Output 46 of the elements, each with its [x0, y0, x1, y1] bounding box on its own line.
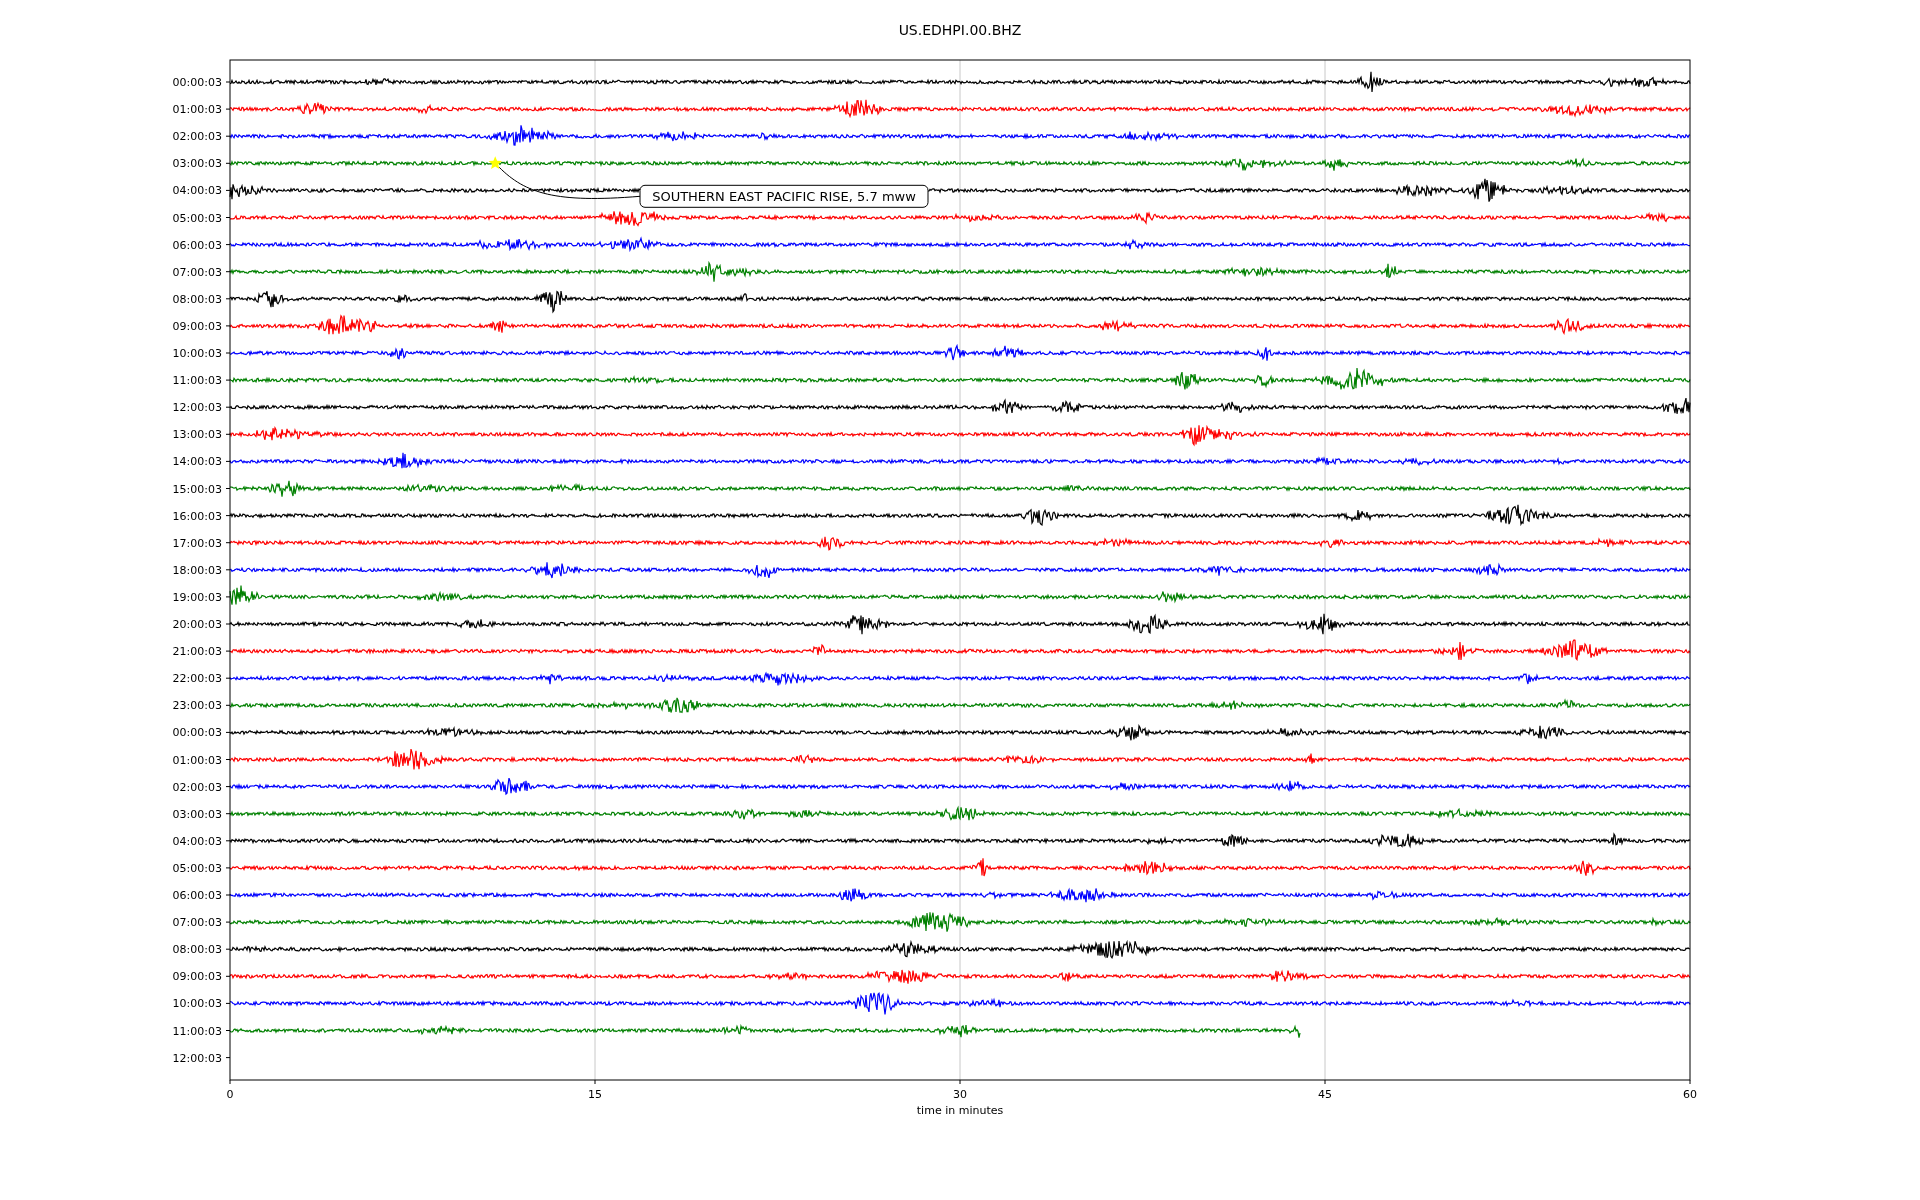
y-tick-label: 08:00:03: [172, 292, 222, 306]
x-tick-label: 30: [953, 1088, 967, 1101]
y-tick-label: 09:00:03: [172, 319, 222, 333]
y-tick-label: 03:00:03: [172, 157, 222, 171]
x-tick-label: 45: [1318, 1088, 1332, 1101]
y-tick-label: 00:00:03: [172, 76, 222, 89]
y-tick-label: 09:00:03: [172, 970, 222, 984]
y-tick-label: 11:00:03: [172, 1024, 222, 1038]
y-tick-label: 20:00:03: [172, 618, 222, 631]
y-tick-label: 19:00:03: [172, 590, 222, 604]
y-tick-label: 05:00:03: [172, 861, 222, 875]
x-tick-label: 60: [1683, 1088, 1697, 1101]
y-tick-label: 23:00:03: [172, 699, 222, 713]
y-tick-label: 14:00:03: [172, 455, 222, 469]
y-tick-label: 13:00:03: [172, 428, 222, 442]
y-tick-label: 15:00:03: [172, 482, 222, 496]
y-tick-label: 05:00:03: [172, 211, 222, 225]
y-tick-label: 02:00:03: [172, 130, 222, 144]
y-tick-label: 16:00:03: [172, 509, 222, 523]
y-tick-label: 10:00:03: [172, 997, 222, 1011]
x-axis-label: time in minutes: [916, 1104, 1004, 1117]
y-tick-label: 04:00:03: [172, 184, 222, 198]
y-tick-label: 02:00:03: [172, 780, 222, 794]
y-tick-label: 00:00:03: [172, 726, 222, 740]
y-tick-label: 01:00:03: [172, 103, 222, 117]
y-tick-label: 10:00:03: [172, 347, 222, 360]
star-icon: [488, 156, 502, 169]
x-tick-label: 15: [588, 1088, 602, 1101]
y-tick-label: 12:00:03: [172, 401, 222, 415]
y-tick-label: 22:00:03: [172, 672, 222, 686]
y-tick-label: 03:00:03: [172, 807, 222, 821]
y-tick-label: 06:00:03: [172, 238, 222, 252]
y-tick-label: 17:00:03: [172, 536, 222, 550]
plot-title: US.EDHPI.00.BHZ: [898, 22, 1022, 38]
y-tick-label: 21:00:03: [172, 645, 222, 659]
x-tick-label: 0: [226, 1088, 234, 1101]
y-tick-label: 11:00:03: [172, 374, 222, 388]
y-tick-label: 12:00:03: [172, 1051, 222, 1065]
annotation-label: SOUTHERN EAST PACIFIC RISE, 5.7 mww: [639, 184, 929, 208]
y-tick-label: 08:00:03: [172, 943, 222, 957]
y-tick-label: 07:00:03: [172, 916, 222, 930]
y-tick-label: 18:00:03: [172, 563, 222, 577]
y-tick-label: 01:00:03: [172, 753, 222, 767]
y-tick-label: 04:00:03: [172, 834, 222, 848]
y-tick-label: 07:00:03: [172, 265, 222, 279]
y-tick-label: 06:00:03: [172, 889, 222, 902]
